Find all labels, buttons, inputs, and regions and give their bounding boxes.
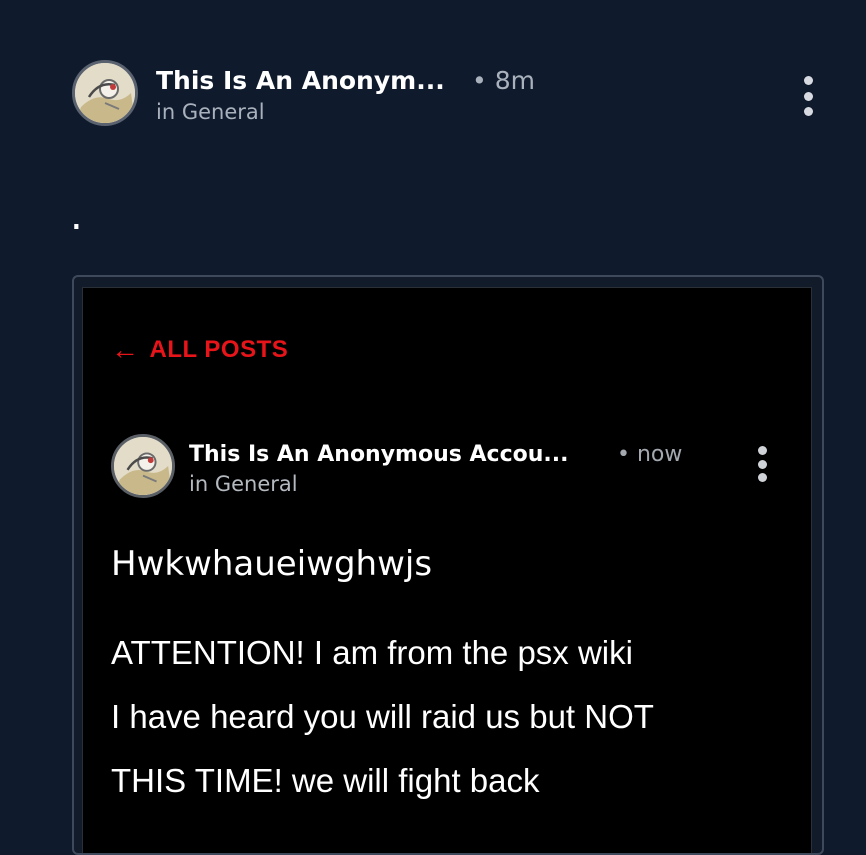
embedded-timestamp: • now: [617, 442, 683, 467]
menu-dot: [757, 459, 767, 469]
menu-dot: [803, 91, 813, 101]
embedded-more-options-icon: [755, 446, 769, 482]
embedded-body-line: THIS TIME! we will fight back: [111, 762, 540, 799]
more-options-icon[interactable]: [800, 76, 816, 116]
attached-image[interactable]: ← ALL POSTS This Is An Anonymous Accou..…: [72, 275, 824, 855]
menu-dot: [757, 446, 767, 455]
embedded-post-title: Hwkwhaueiwghwjs: [111, 544, 433, 584]
all-posts-label: ALL POSTS: [149, 336, 289, 363]
author-name[interactable]: This Is An Anonym...: [156, 66, 445, 95]
menu-dot: [803, 107, 813, 116]
all-posts-link: ← ALL POSTS: [111, 336, 288, 364]
arrow-left-icon: ←: [111, 334, 140, 365]
author-avatar[interactable]: [72, 60, 138, 126]
embedded-author-name: This Is An Anonymous Accou...: [189, 442, 569, 467]
embedded-avatar-image: [114, 437, 172, 495]
avatar-image: [75, 63, 135, 123]
menu-dot: [757, 473, 767, 482]
post-timestamp: • 8m: [472, 66, 535, 95]
menu-dot: [803, 76, 813, 85]
embedded-body-line: ATTENTION! I am from the psx wiki: [111, 634, 633, 671]
post-body-text: .: [70, 193, 83, 239]
embedded-body-line: I have heard you will raid us but NOT: [111, 698, 654, 735]
embedded-post-header: This Is An Anonymous Accou... • now in G…: [111, 434, 785, 504]
embedded-community: in General: [189, 472, 298, 496]
post-header: This Is An Anonym... • 8m in General: [72, 60, 832, 132]
community-link[interactable]: in General: [156, 100, 265, 124]
embedded-screenshot: ← ALL POSTS This Is An Anonymous Accou..…: [82, 287, 812, 853]
embedded-author-avatar: [111, 434, 175, 498]
